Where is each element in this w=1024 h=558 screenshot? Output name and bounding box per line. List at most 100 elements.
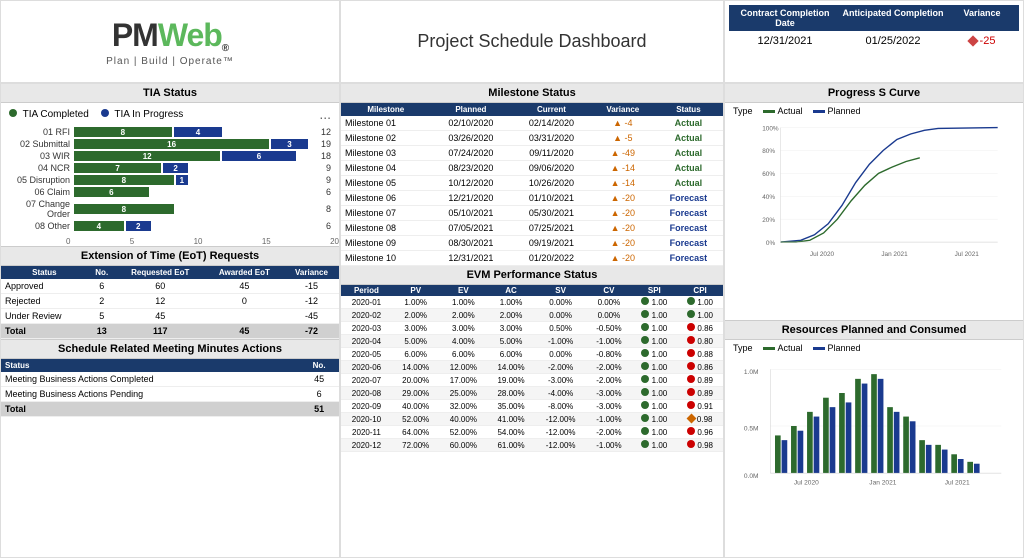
main-container: PMWeb® Plan | Build | Operate™ Project S… [0, 0, 1024, 558]
bar-planned [782, 440, 788, 473]
evm-row-2020-12: 2020-1272.00%60.00%61.00%-12.00%-1.00% 1… [341, 439, 723, 452]
tia-more-button[interactable]: ... [319, 106, 331, 122]
tia-legend: TIA Completed TIA In Progress ... [1, 103, 339, 125]
tia-total-ncr: 9 [326, 163, 331, 173]
ms-row-10: Milestone 1012/31/202101/20/2022▲ -20For… [341, 251, 723, 266]
ms-col-planned: Planned [431, 103, 512, 116]
middle-column: Milestone Status Milestone Planned Curre… [340, 83, 724, 558]
tia-total-wir: 18 [321, 151, 331, 161]
bar-actual [807, 412, 813, 473]
cpi-icon [687, 427, 695, 435]
evm-row-2020-11: 2020-1164.00%52.00%54.00%-12.00%-2.00% 1… [341, 426, 723, 439]
cpi-icon [687, 375, 695, 383]
ms-col-status: Status [654, 103, 723, 116]
tia-row-rfi: 01 RFI 8 4 12 [9, 127, 331, 137]
spi-icon [641, 440, 649, 448]
eot-row-rejected: Rejected2120-12 [1, 294, 339, 309]
ms-row-4: Milestone 0408/23/202009/06/2020▲ -14Act… [341, 161, 723, 176]
tia-panel: TIA Status TIA Completed TIA In Progress… [1, 84, 339, 247]
resources-chart: 1.0M 0.5M 0.0M [725, 356, 1023, 496]
tia-completed-dot [9, 109, 17, 117]
bar-actual [791, 426, 797, 473]
svg-text:0%: 0% [766, 240, 776, 247]
svg-text:1.0M: 1.0M [744, 369, 759, 376]
tia-bar-blue-disruption: 1 [176, 175, 188, 185]
ms-row-1: Milestone 0102/10/202002/14/2020▲ -4Actu… [341, 116, 723, 131]
eot-row-total: Total1311745-72 [1, 324, 339, 339]
scurve-planned-legend: Planned [813, 106, 861, 116]
bar-planned [958, 459, 964, 473]
resources-panel: Resources Planned and Consumed Type Actu… [725, 321, 1023, 557]
bar-actual [839, 393, 845, 473]
eot-col-no: No. [88, 266, 116, 279]
resources-planned-legend: Planned [813, 343, 861, 353]
logo-tagline: Plan | Build | Operate™ [106, 56, 234, 67]
resources-svg: 1.0M 0.5M 0.0M [733, 360, 1015, 492]
resources-actual-icon [763, 347, 775, 350]
cpi-icon [687, 297, 695, 305]
spi-icon [641, 323, 649, 331]
tia-row-submittal: 02 Submittal 16 3 19 [9, 139, 331, 149]
evm-row-2020-08: 2020-0829.00%25.00%28.00%-4.00%-3.00% 1.… [341, 387, 723, 400]
contract-date-value: 12/31/2021 [731, 35, 839, 47]
spi-icon [641, 414, 649, 422]
spi-icon [641, 349, 649, 357]
tia-row-wir: 03 WIR 12 6 18 [9, 151, 331, 161]
tia-bar-green-ncr: 7 [74, 163, 161, 173]
scurve-legend: Type Actual Planned [725, 103, 1023, 119]
cpi-icon [687, 362, 695, 370]
svg-text:100%: 100% [762, 125, 779, 132]
tia-bar-green-changeorder: 8 [74, 204, 174, 214]
cpi-icon [687, 310, 695, 318]
svg-text:Jan 2021: Jan 2021 [881, 251, 908, 258]
anticipated-value: 01/25/2022 [839, 35, 947, 47]
scurve-planned-icon [813, 110, 825, 113]
svg-text:0.5M: 0.5M [744, 426, 759, 433]
evm-row-2020-09: 2020-0940.00%32.00%35.00%-8.00%-3.00% 1.… [341, 400, 723, 413]
eot-col-awarded: Awarded EoT [205, 266, 284, 279]
eot-row-underreview: Under Review545-45 [1, 309, 339, 324]
bar-planned [830, 407, 836, 473]
bar-actual [935, 445, 941, 473]
meeting-row-completed: Meeting Business Actions Completed45 [1, 372, 339, 387]
resources-type-label: Type [733, 343, 753, 353]
tia-bar-blue-rfi: 4 [174, 127, 223, 137]
cpi-icon [687, 336, 695, 344]
variance-icon [967, 35, 978, 46]
eot-panel: Extension of Time (EoT) Requests Status … [1, 247, 339, 340]
svg-text:0.0M: 0.0M [744, 473, 759, 480]
milestone-panel: Milestone Status Milestone Planned Curre… [341, 84, 723, 266]
bar-planned [862, 384, 868, 474]
scurve-svg: 100% 80% 60% 40% 20% 0% [733, 123, 1015, 265]
logo-web-text: Web [158, 17, 222, 54]
tia-bar-green-other: 4 [74, 221, 124, 231]
tia-row-ncr: 04 NCR 7 2 9 [9, 163, 331, 173]
bar-actual [951, 454, 957, 473]
scurve-actual-legend: Actual [763, 106, 803, 116]
eot-table: Status No. Requested EoT Awarded EoT Var… [1, 266, 339, 339]
tia-bar-blue-other: 2 [126, 221, 151, 231]
spi-icon [641, 310, 649, 318]
tia-label-rfi: 01 RFI [9, 127, 74, 137]
svg-text:Jul 2021: Jul 2021 [945, 479, 970, 486]
bar-planned [894, 412, 900, 473]
meeting-row-total: Total51 [1, 402, 339, 417]
eot-col-requested: Requested EoT [116, 266, 205, 279]
tia-bar-green-rfi: 8 [74, 127, 172, 137]
logo-registered: ® [222, 43, 228, 54]
scurve-chart: 100% 80% 60% 40% 20% 0% [725, 119, 1023, 269]
contract-info-panel: Contract Completion Date Anticipated Com… [724, 0, 1024, 83]
tia-total-submittal: 19 [321, 139, 331, 149]
ms-col-variance: Variance [592, 103, 654, 116]
meeting-row-pending: Meeting Business Actions Pending6 [1, 387, 339, 402]
logo-pm-text: PM [112, 17, 158, 54]
bar-actual [855, 379, 861, 473]
spi-icon [641, 362, 649, 370]
eot-title: Extension of Time (EoT) Requests [1, 247, 339, 266]
bar-actual [967, 462, 973, 473]
evm-row-2020-07: 2020-0720.00%17.00%19.00%-3.00%-2.00% 1.… [341, 374, 723, 387]
scurve-panel: Progress S Curve Type Actual Planned 100… [725, 84, 1023, 321]
eot-col-status: Status [1, 266, 88, 279]
spi-icon [641, 388, 649, 396]
spi-icon [641, 336, 649, 344]
